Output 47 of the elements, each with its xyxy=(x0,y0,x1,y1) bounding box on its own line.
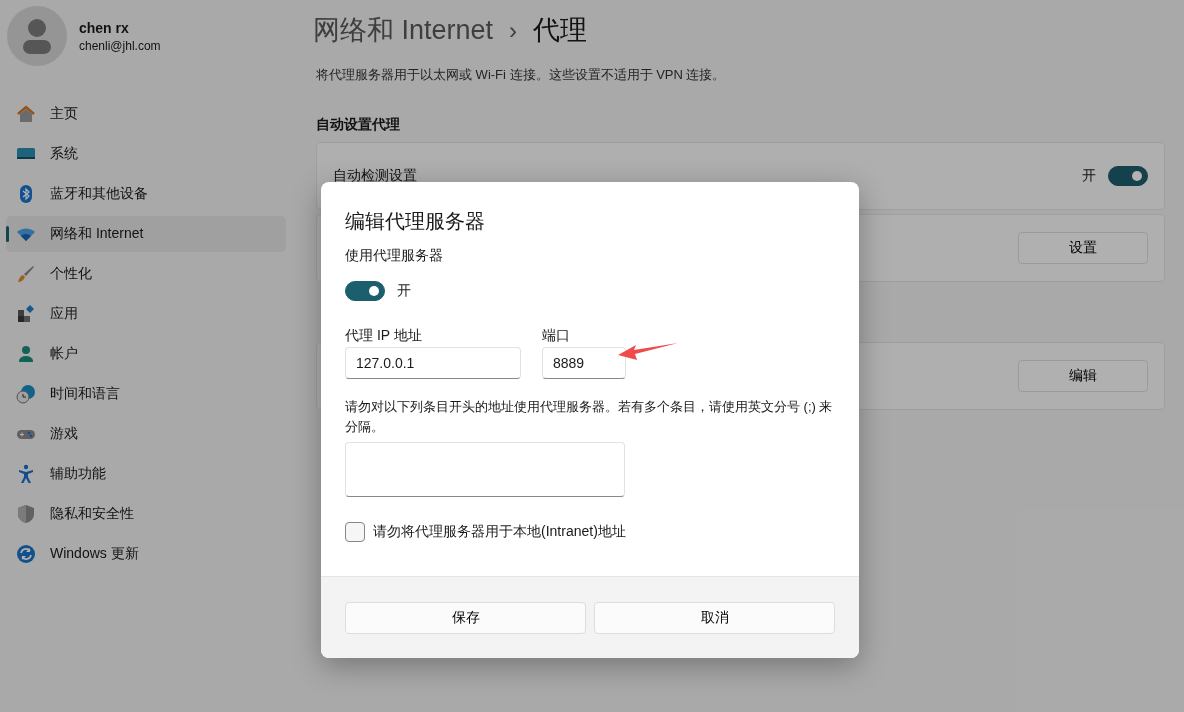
nav-item[interactable]: 主页 xyxy=(6,96,286,132)
toggle-state: 开 xyxy=(1082,167,1096,185)
nav-item[interactable]: 个性化 xyxy=(6,256,286,292)
nav-item[interactable]: 网络和 Internet xyxy=(6,216,286,252)
shield-icon xyxy=(16,504,36,524)
setting-label: 自动检测设置 xyxy=(333,167,417,185)
breadcrumb-link[interactable]: 网络和 Internet xyxy=(313,12,494,48)
user-name: chen rx xyxy=(79,19,130,36)
field-label: 代理 IP 地址 xyxy=(345,327,423,345)
nav-item[interactable]: 辅助功能 xyxy=(6,456,286,492)
page-title: 代理 xyxy=(533,14,588,47)
nav-item[interactable]: 蓝牙和其他设备 xyxy=(6,176,286,212)
checkbox-label: 请勿将代理服务器用于本地(Intranet)地址 xyxy=(373,523,626,541)
refresh-icon xyxy=(16,544,36,564)
toggle-switch[interactable] xyxy=(1108,166,1148,186)
exceptions-label: 请勿对以下列条目开头的地址使用代理服务器。若有多个条目，请使用英文分号 (;) 来分隔。 xyxy=(345,398,834,436)
nav-item[interactable]: 时间和语言 xyxy=(6,376,286,412)
person-icon xyxy=(16,344,36,364)
field-label: 端口 xyxy=(542,327,571,345)
figure-icon xyxy=(16,464,36,484)
home-icon xyxy=(16,104,36,124)
brush-icon xyxy=(16,264,36,284)
apps-icon xyxy=(16,304,36,324)
save-button[interactable]: 保存 xyxy=(345,601,586,634)
toggle-state: 开 xyxy=(397,282,411,300)
field-label: 使用代理服务器 xyxy=(345,247,443,265)
toggle-switch[interactable] xyxy=(345,281,385,301)
nav-item[interactable]: 系统 xyxy=(6,136,286,172)
section-heading: 自动设置代理 xyxy=(316,116,401,134)
ip-address-field[interactable]: 127.0.0.1 xyxy=(345,347,521,379)
exceptions-field[interactable] xyxy=(345,442,625,497)
breadcrumb-separator: › xyxy=(509,17,518,45)
nav-item[interactable]: 帐户 xyxy=(6,336,286,372)
settings-button[interactable]: 设置 xyxy=(1018,232,1148,264)
port-field[interactable]: 8889 xyxy=(542,347,626,379)
checkbox[interactable] xyxy=(345,522,365,542)
dialog-title: 编辑代理服务器 xyxy=(345,209,485,234)
globe-clock-icon xyxy=(16,384,36,404)
page-description: 将代理服务器用于以太网或 Wi-Fi 连接。这些设置不适用于 VPN 连接。 xyxy=(316,66,727,84)
nav-item[interactable]: 隐私和安全性 xyxy=(6,496,286,532)
edit-button[interactable]: 编辑 xyxy=(1018,360,1148,392)
avatar-icon xyxy=(7,6,67,66)
user-email: chenli@jhl.com xyxy=(79,38,161,53)
nav-item[interactable]: 应用 xyxy=(6,296,286,332)
nav-item[interactable]: 游戏 xyxy=(6,416,286,452)
nav-item[interactable]: Windows 更新 xyxy=(6,536,286,572)
cancel-button[interactable]: 取消 xyxy=(594,601,835,634)
